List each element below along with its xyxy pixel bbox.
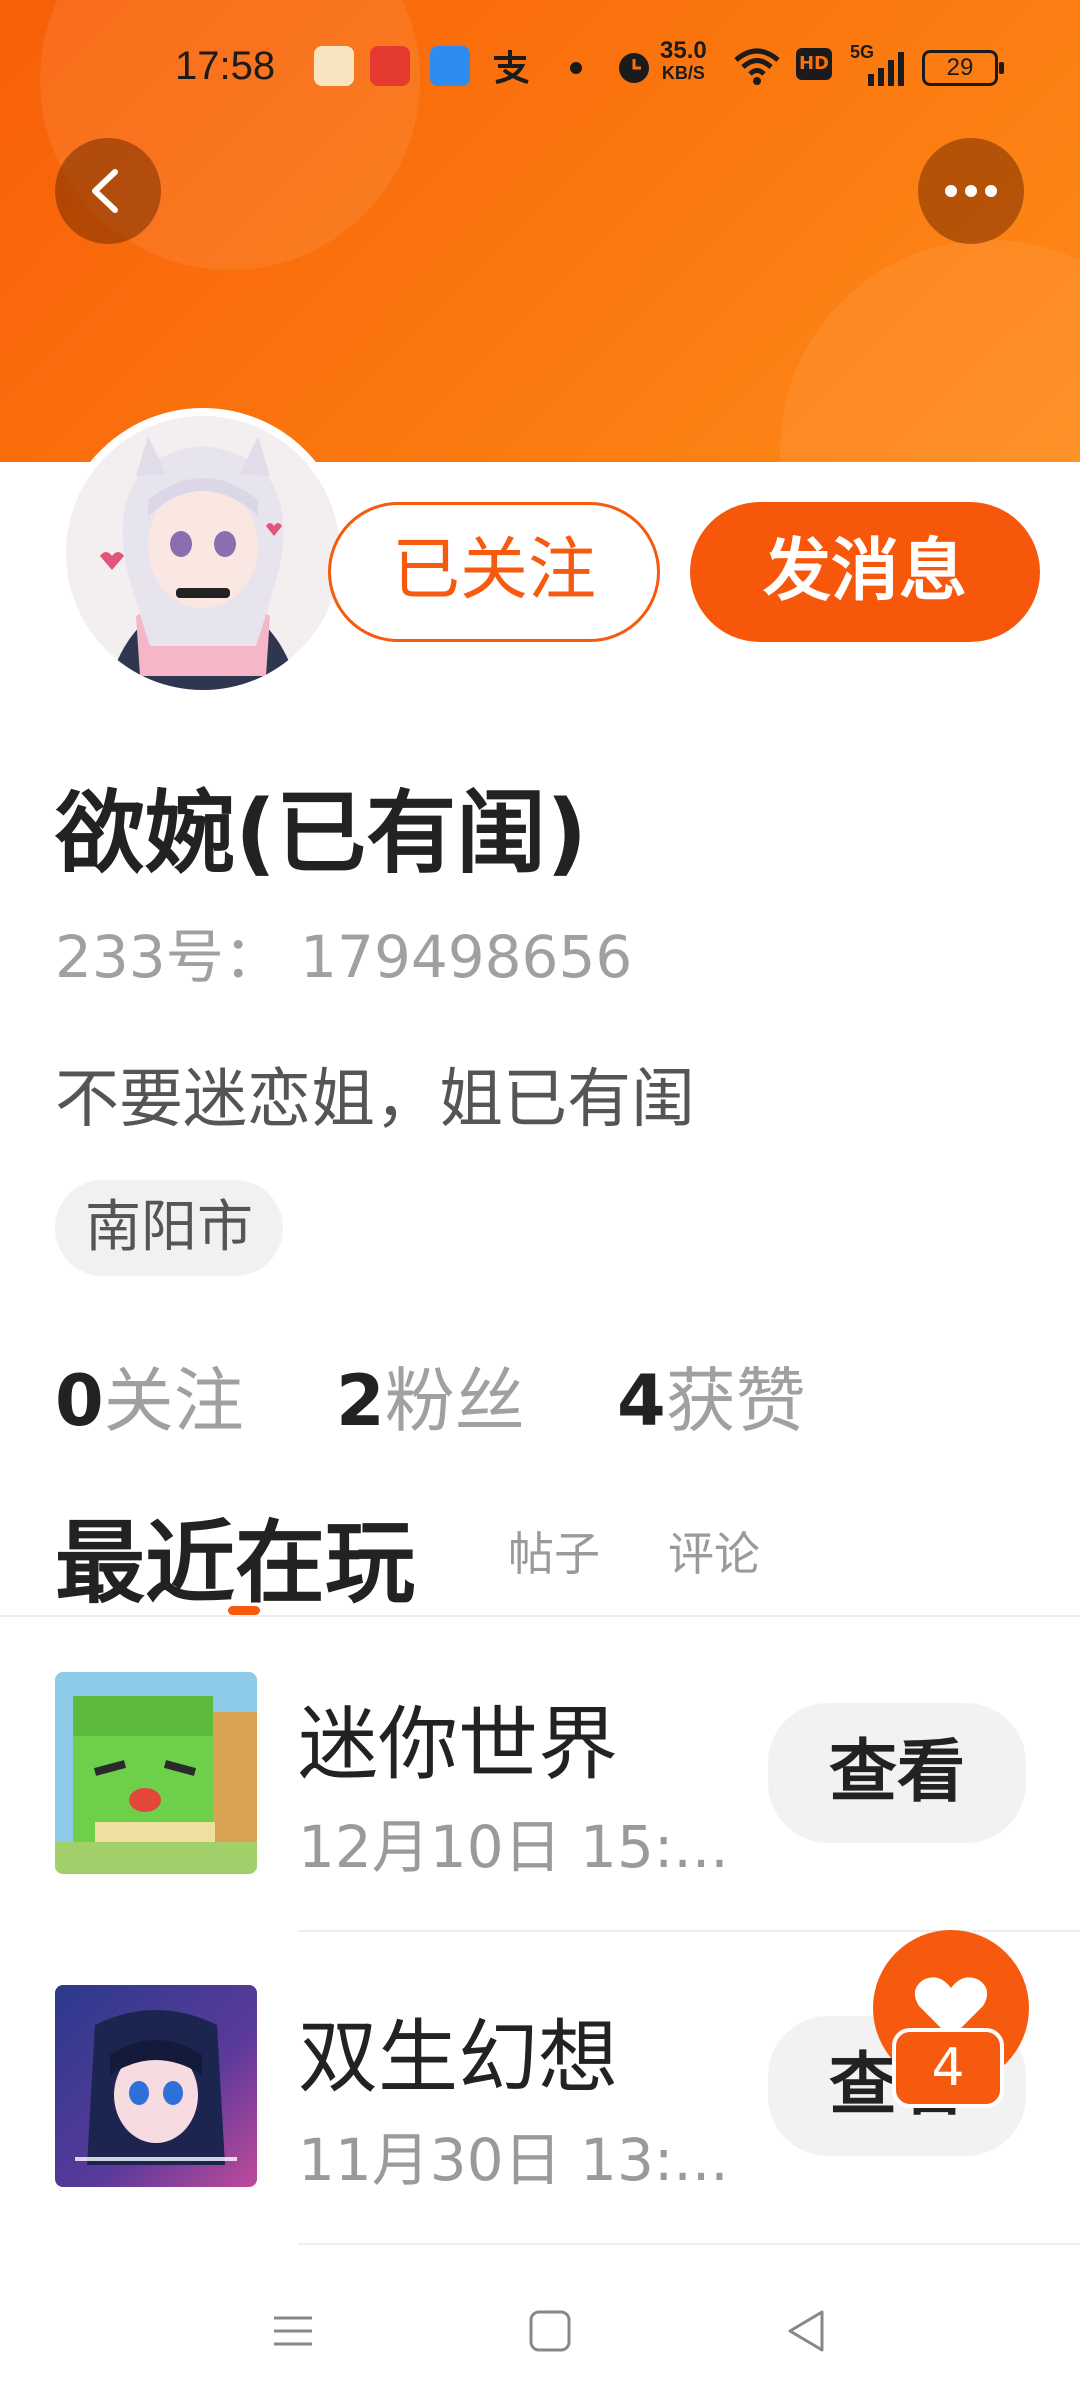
game-thumbnail-mini-world[interactable] (55, 1672, 257, 1874)
fans-stat[interactable]: 2粉丝 (336, 1360, 525, 1442)
net-speed: 35.0 KB/S (660, 37, 707, 84)
alipay-icon (494, 50, 529, 84)
notification-dot-icon (570, 62, 582, 74)
menu-icon[interactable] (268, 2306, 318, 2356)
avatar[interactable] (58, 408, 348, 698)
more-options-button[interactable] (918, 138, 1024, 244)
alarm-icon (619, 53, 649, 83)
taobao-app-icon (314, 46, 354, 86)
likes-stat: 4获赞 (616, 1360, 806, 1442)
game-last-played: 11月30日 13:... (298, 2126, 729, 2194)
send-message-button[interactable]: 发消息 (690, 502, 1040, 642)
home-icon[interactable] (525, 2306, 575, 2356)
view-game-button[interactable]: 查看 (768, 1703, 1026, 1843)
status-bar: 17:58 35.0 KB/S HD 5G 29 (0, 37, 1080, 96)
game-name: 迷你世界 (298, 1698, 618, 1791)
following-stat[interactable]: 0关注 (55, 1360, 244, 1442)
back-button[interactable] (55, 138, 161, 244)
hd-icon: HD (796, 48, 832, 80)
like-count-badge: 4 (892, 2028, 1004, 2108)
tab-comments[interactable]: 评论 (668, 1518, 760, 1584)
avatar-image (66, 416, 340, 690)
tab-posts[interactable]: 帖子 (508, 1518, 600, 1584)
tab-recently-played[interactable]: 最近在玩 (55, 1490, 415, 1620)
profile-id: 233号： 179498656 (55, 923, 633, 991)
system-nav-bar (0, 2270, 1080, 2400)
back-nav-icon[interactable] (782, 2306, 832, 2356)
location-tag: 南阳市 (55, 1180, 283, 1276)
profile-name: 欲婉(已有闺) (55, 781, 588, 886)
more-dots-icon (945, 185, 997, 197)
game-last-played: 12月10日 15:... (298, 1813, 729, 1881)
game-thumbnail-fantasy[interactable] (55, 1985, 257, 2187)
status-time: 17:58 (175, 44, 276, 88)
profile-bio: 不要迷恋姐，姐已有闺 (55, 1063, 695, 1137)
toutiao-app-icon (370, 46, 410, 86)
browser-app-icon (430, 46, 470, 86)
chevron-left-icon (92, 169, 118, 213)
battery-icon: 29 (922, 50, 1004, 86)
tab-active-indicator (228, 1606, 260, 1615)
profile-stats: 0关注 2粉丝 4获赞 (55, 1345, 876, 1446)
tab-divider (0, 1615, 1080, 1617)
row-divider (298, 2243, 1080, 2245)
banner-decoration (780, 240, 1080, 462)
wifi-icon (734, 48, 780, 85)
followed-button[interactable]: 已关注 (328, 502, 660, 642)
game-name: 双生幻想 (298, 2011, 618, 2104)
